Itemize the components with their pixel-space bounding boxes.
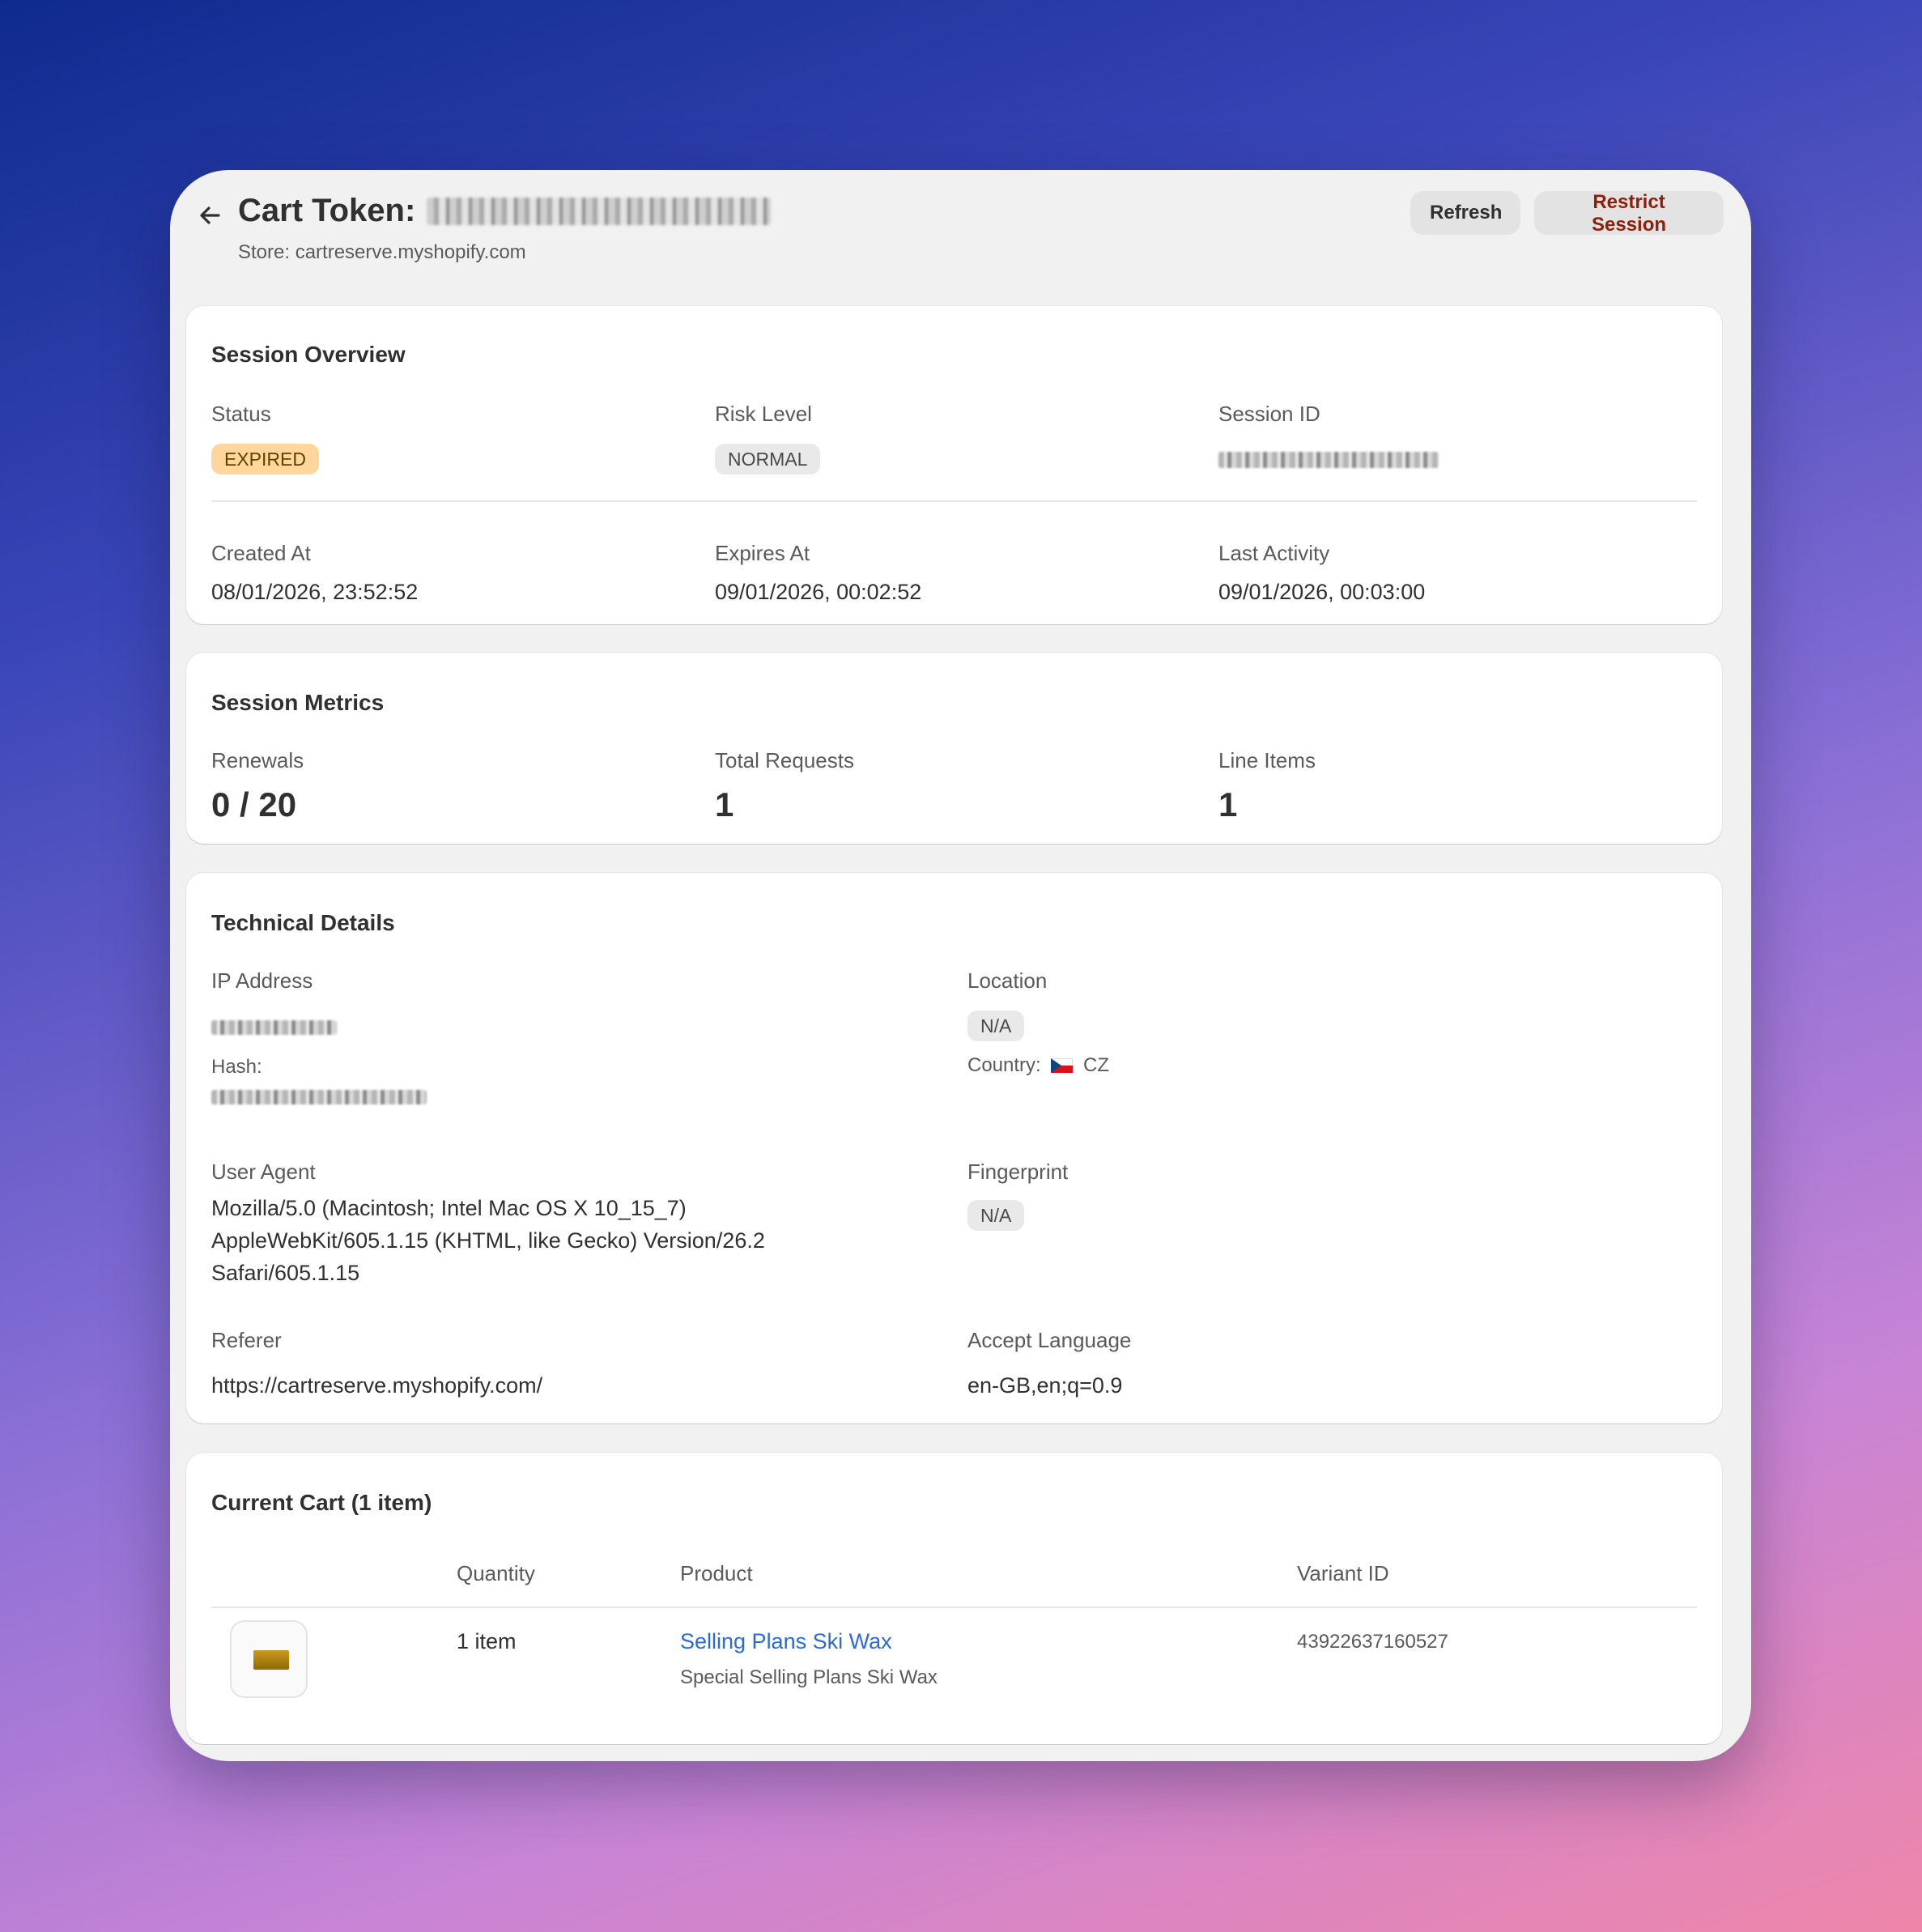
status-badge: EXPIRED bbox=[211, 444, 319, 474]
column-header-quantity: Quantity bbox=[457, 1561, 535, 1585]
user-agent-label: User Agent bbox=[211, 1160, 316, 1184]
product-subtitle: Special Selling Plans Ski Wax bbox=[680, 1666, 938, 1688]
store-name: Store: cartreserve.myshopify.com bbox=[238, 241, 526, 263]
variant-id-cell: 43922637160527 bbox=[1297, 1631, 1448, 1653]
column-header-variant-id: Variant ID bbox=[1297, 1561, 1389, 1585]
country-value: CZ bbox=[1083, 1054, 1110, 1076]
renewals-value: 0 / 20 bbox=[211, 785, 297, 823]
risk-level-label: Risk Level bbox=[715, 402, 812, 426]
created-at-label: Created At bbox=[211, 541, 311, 565]
line-items-value: 1 bbox=[1218, 785, 1238, 823]
quantity-cell: 1 item bbox=[457, 1629, 517, 1653]
referer-value: https://cartreserve.myshopify.com/ bbox=[211, 1373, 543, 1398]
fingerprint-badge: N/A bbox=[967, 1200, 1025, 1231]
arrow-left-icon[interactable] bbox=[194, 199, 227, 232]
card-title: Session Overview bbox=[211, 342, 406, 367]
session-id-label: Session ID bbox=[1218, 402, 1320, 426]
card-title: Technical Details bbox=[211, 910, 395, 935]
fingerprint-label: Fingerprint bbox=[967, 1160, 1069, 1184]
divider bbox=[211, 500, 1697, 502]
page-title: Cart Token: bbox=[238, 193, 416, 228]
referer-label: Referer bbox=[211, 1328, 282, 1352]
redacted-cart-token bbox=[427, 197, 772, 225]
czech-flag-icon bbox=[1051, 1058, 1074, 1073]
current-cart-card: Current Cart (1 item) Quantity Product V… bbox=[186, 1453, 1722, 1744]
hash-label: Hash: bbox=[211, 1056, 262, 1078]
ip-address-label: IP Address bbox=[211, 968, 313, 993]
redacted-ip-address bbox=[211, 1020, 337, 1035]
card-title: Session Metrics bbox=[211, 690, 385, 715]
country-row: Country: CZ bbox=[967, 1054, 1109, 1077]
ski-wax-thumbnail bbox=[232, 1622, 306, 1696]
total-requests-value: 1 bbox=[715, 785, 734, 823]
session-detail-window: Cart Token: Store: cartreserve.myshopify… bbox=[170, 170, 1751, 1761]
refresh-button[interactable]: Refresh bbox=[1410, 191, 1520, 235]
country-label: Country: bbox=[967, 1054, 1041, 1076]
card-title: Current Cart (1 item) bbox=[211, 1490, 432, 1515]
table-header-divider bbox=[211, 1606, 1697, 1608]
accept-language-value: en-GB,en;q=0.9 bbox=[967, 1373, 1123, 1398]
technical-details-card: Technical Details IP Address Hash: Locat… bbox=[186, 873, 1722, 1423]
accept-language-label: Accept Language bbox=[967, 1328, 1132, 1352]
risk-level-badge: NORMAL bbox=[715, 444, 821, 474]
created-at-value: 08/01/2026, 23:52:52 bbox=[211, 580, 419, 604]
session-overview-card: Session Overview Status EXPIRED Risk Lev… bbox=[186, 306, 1722, 624]
redacted-session-id bbox=[1218, 452, 1439, 468]
restrict-session-button[interactable]: Restrict Session bbox=[1534, 191, 1724, 236]
last-activity-label: Last Activity bbox=[1218, 541, 1330, 565]
total-requests-label: Total Requests bbox=[715, 748, 854, 772]
product-link[interactable]: Selling Plans Ski Wax bbox=[680, 1629, 892, 1654]
status-label: Status bbox=[211, 402, 271, 426]
renewals-label: Renewals bbox=[211, 748, 304, 772]
location-badge: N/A bbox=[967, 1011, 1025, 1041]
expires-at-label: Expires At bbox=[715, 541, 810, 565]
location-label: Location bbox=[967, 968, 1048, 993]
user-agent-value: Mozilla/5.0 (Macintosh; Intel Mac OS X 1… bbox=[211, 1196, 765, 1285]
line-items-label: Line Items bbox=[1218, 748, 1316, 772]
redacted-ip-hash bbox=[211, 1090, 427, 1104]
expires-at-value: 09/01/2026, 00:02:52 bbox=[715, 580, 922, 604]
last-activity-value: 09/01/2026, 00:03:00 bbox=[1218, 580, 1426, 604]
session-metrics-card: Session Metrics Renewals 0 / 20 Total Re… bbox=[186, 653, 1722, 844]
column-header-product: Product bbox=[680, 1561, 753, 1585]
page-header: Cart Token: Store: cartreserve.myshopify… bbox=[170, 170, 1751, 292]
